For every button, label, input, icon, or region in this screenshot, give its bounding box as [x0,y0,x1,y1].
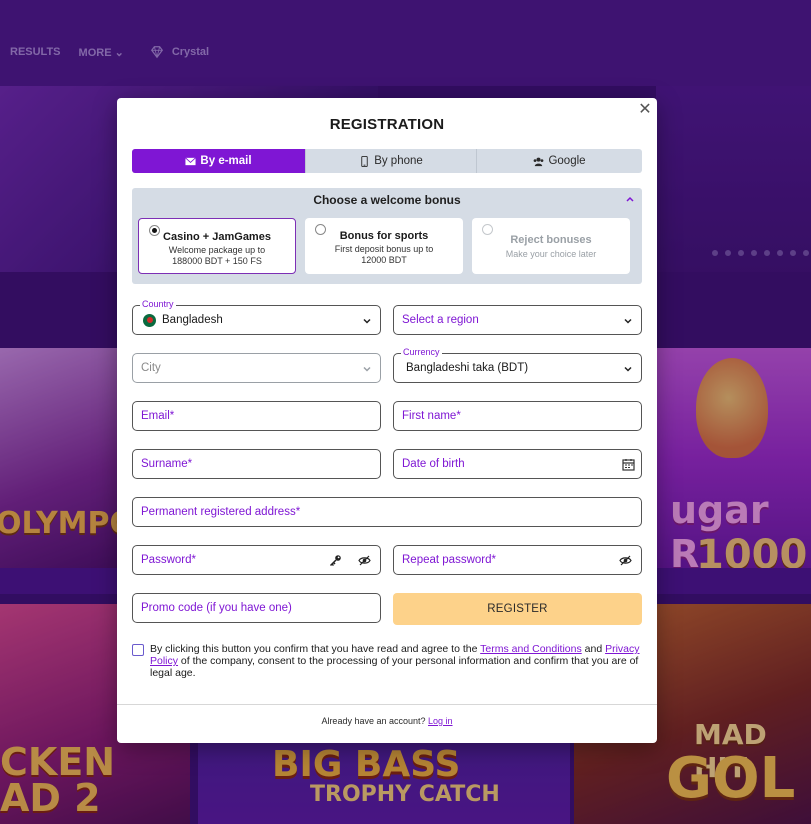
address-field[interactable]: Permanent registered address* [132,497,642,527]
bonus-option-desc: Make your choice later [505,249,597,259]
currency-select[interactable]: Currency Bangladeshi taka (BDT) [393,347,642,383]
date-of-birth-field[interactable]: Date of birth [393,449,642,479]
phone-icon [361,155,368,167]
chevron-down-icon [363,318,371,324]
bonus-option-casino[interactable]: Casino + JamGames Welcome package up to … [138,218,296,274]
registration-tabs: By e-mail By phone Google [132,149,642,173]
region-placeholder: Select a region [402,314,479,326]
first-name-field[interactable]: First name* [393,401,642,431]
first-name-placeholder: First name* [402,410,461,422]
bonus-option-title: Bonus for sports [339,230,429,242]
password-placeholder: Password* [141,554,196,566]
country-value: Bangladesh [162,314,223,326]
repeat-password-field[interactable]: Repeat password* [393,545,642,575]
surname-field[interactable]: Surname* [132,449,381,479]
currency-label: Currency [401,347,442,358]
modal-title: REGISTRATION [329,116,445,133]
eye-off-icon[interactable] [619,554,632,567]
bonus-option-sports[interactable]: Bonus for sports First deposit bonus up … [305,218,463,274]
registration-modal: ✕ REGISTRATION By e-mail By phone Google… [117,98,657,743]
city-select[interactable]: City [132,353,381,383]
promo-code-field[interactable]: Promo code (if you have one) [132,593,381,623]
welcome-bonus-panel: Choose a welcome bonus Casino + JamGames… [132,188,642,284]
chevron-down-icon [363,366,371,372]
bonus-option-reject[interactable]: Reject bonuses Make your choice later [472,218,630,274]
users-icon [534,157,544,166]
region-select[interactable]: Select a region [393,305,642,335]
chevron-up-icon[interactable] [625,194,635,204]
chevron-down-icon [624,318,632,324]
bonus-option-desc: First deposit bonus up to 12000 BDT [334,244,434,265]
bonus-option-title: Casino + JamGames [163,231,271,243]
key-icon[interactable] [329,554,342,567]
register-button[interactable]: REGISTER [393,593,642,625]
email-field[interactable]: Email* [132,401,381,431]
login-link[interactable]: Log in [428,716,453,726]
address-placeholder: Permanent registered address* [141,506,301,518]
email-placeholder: Email* [141,410,175,422]
promo-placeholder: Promo code (if you have one) [141,602,292,614]
country-label: Country [140,299,176,310]
city-placeholder: City [141,362,161,374]
tab-label: By phone [374,155,423,167]
repeat-password-placeholder: Repeat password* [402,554,496,566]
login-prompt: Already have an account? Log in [321,716,453,726]
terms-link[interactable]: Terms and Conditions [480,643,582,655]
dob-placeholder: Date of birth [402,458,465,470]
tab-google[interactable]: Google [477,149,642,173]
tab-phone[interactable]: By phone [306,149,477,173]
surname-placeholder: Surname* [141,458,193,470]
bonus-option-desc: Welcome package up to 188000 BDT + 150 F… [168,245,266,266]
chevron-down-icon [624,366,632,372]
envelope-icon [185,156,197,165]
bangladesh-flag-icon [143,314,156,327]
terms-text: By clicking this button you confirm that… [150,643,640,679]
divider [117,704,657,705]
currency-value: Bangladeshi taka (BDT) [406,362,529,374]
tab-label: Google [548,155,586,167]
eye-off-icon[interactable] [358,554,371,567]
tab-label: By e-mail [200,155,252,167]
tab-email[interactable]: By e-mail [132,149,306,173]
terms-agreement: By clicking this button you confirm that… [132,643,644,679]
country-select[interactable]: Country Bangladesh [132,299,381,335]
terms-checkbox[interactable] [132,644,144,656]
calendar-icon[interactable] [622,458,635,471]
bonus-option-title: Reject bonuses [510,234,592,246]
bonus-header: Choose a welcome bonus [313,193,461,207]
password-field[interactable]: Password* [132,545,381,575]
